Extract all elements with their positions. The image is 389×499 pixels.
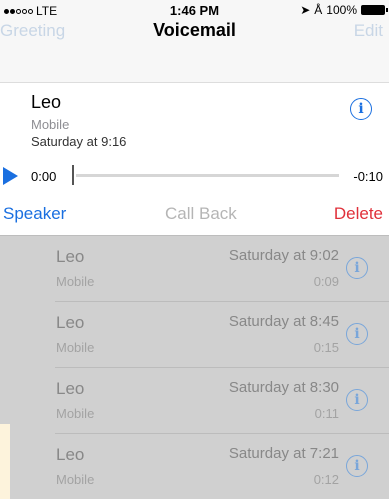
info-icon[interactable]: i	[346, 389, 368, 411]
voicemail-date: Saturday at 8:45	[228, 313, 339, 330]
speaker-button[interactable]: Speaker	[3, 204, 66, 224]
caller-type: Mobile	[56, 406, 95, 421]
bluetooth-icon: Å	[314, 3, 323, 17]
caller-type: Mobile	[56, 472, 95, 487]
caller-type: Mobile	[56, 340, 95, 355]
battery-icon	[361, 5, 388, 15]
info-icon[interactable]: i	[350, 98, 372, 120]
battery-percent: 100%	[326, 3, 357, 17]
voicemail-date: Saturday at 9:02	[228, 247, 339, 264]
info-icon[interactable]: i	[346, 257, 368, 279]
voicemail-date: Saturday at 7:21	[228, 445, 339, 462]
voicemail-duration: 0:12	[313, 472, 339, 487]
list-item[interactable]: Leo Mobile Saturday at 8:45 0:15 i	[0, 302, 389, 368]
status-bar: LTE 1:46 PM ➤ Å 100%	[0, 0, 389, 20]
voicemail-duration: 0:11	[314, 406, 339, 421]
call-back-button[interactable]: Call Back	[165, 204, 237, 224]
caller-name: Leo	[56, 247, 85, 266]
time-elapsed: 0:00	[31, 169, 57, 184]
voicemail-duration: 0:09	[313, 274, 339, 289]
scrubber-handle[interactable]	[72, 165, 74, 185]
voicemail-duration: 0:15	[313, 340, 339, 355]
location-arrow-icon: ➤	[300, 3, 311, 17]
caller-name: Leo	[56, 313, 85, 332]
caller-type: Mobile	[56, 274, 95, 289]
scrubber-track[interactable]	[76, 174, 339, 177]
list-item[interactable]: Leo Mobile Saturday at 7:21 0:12 i	[0, 434, 389, 499]
info-icon[interactable]: i	[346, 455, 368, 477]
delete-button[interactable]: Delete	[334, 204, 383, 224]
caller-name: Leo	[56, 445, 85, 464]
caller-name: Leo	[31, 92, 62, 112]
navigation-bar: Greeting Voicemail Edit	[0, 20, 389, 83]
status-right-group: ➤ Å 100%	[300, 3, 388, 17]
info-icon[interactable]: i	[346, 323, 368, 345]
play-icon[interactable]	[3, 167, 18, 185]
voicemail-list: Leo Mobile Saturday at 9:02 0:09 i Leo M…	[0, 235, 389, 499]
caller-type: Mobile	[31, 117, 70, 132]
list-item[interactable]: Leo Mobile Saturday at 8:30 0:11 i	[0, 368, 389, 434]
voicemail-date: Saturday at 9:16	[31, 134, 127, 149]
expanded-voicemail: Leo Mobile Saturday at 9:16 i 0:00 -0:10…	[0, 83, 389, 235]
edge-highlight	[0, 424, 10, 499]
list-item[interactable]: Leo Mobile Saturday at 9:02 0:09 i	[0, 236, 389, 302]
caller-name: Leo	[56, 379, 85, 398]
page-title: Voicemail	[153, 20, 236, 40]
time-remaining: -0:10	[353, 169, 383, 184]
voicemail-date: Saturday at 8:30	[228, 379, 339, 396]
edit-button[interactable]: Edit	[354, 21, 383, 41]
